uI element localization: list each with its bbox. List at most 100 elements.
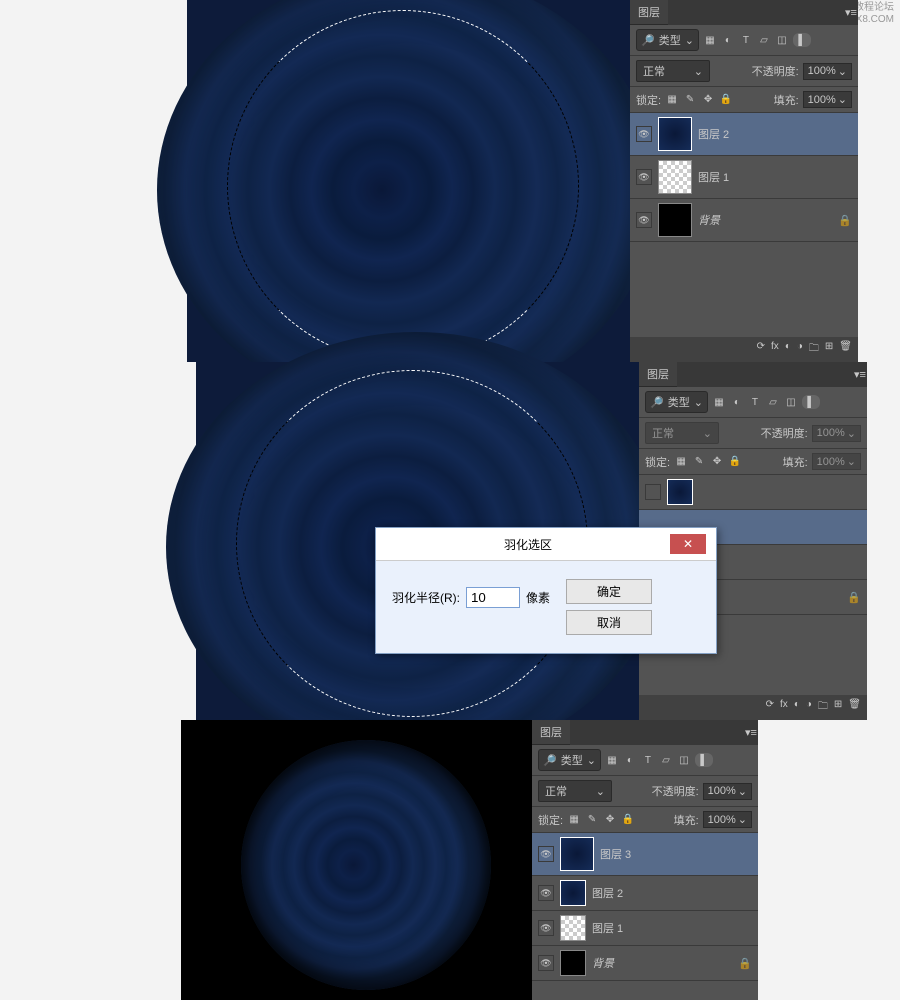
layer-thumb[interactable] [560, 837, 594, 871]
layer-row[interactable]: 👁 图层 2 [630, 113, 858, 156]
visibility-icon[interactable]: 👁 [636, 212, 652, 228]
dropdown-icon: ⌄ [685, 34, 694, 47]
opacity-input[interactable]: 100%⌄ [703, 783, 752, 800]
canvas-1 [187, 0, 630, 362]
selection-ring-1 [227, 10, 579, 362]
panel-menu-icon[interactable]: ▾≡ [853, 368, 867, 381]
filter-adjust-icon[interactable]: ◐ [730, 395, 744, 409]
layer-row[interactable]: 👁 图层 2 [532, 876, 758, 911]
fx-icon[interactable]: fx [771, 341, 779, 358]
fill-input[interactable]: 100%⌄ [803, 91, 852, 108]
layer-name: 图层 1 [592, 920, 623, 936]
panel-footer: ⟳ fx ◐ ◑ 🗀 ⊞ 🗑 [630, 337, 858, 362]
layer-row[interactable]: 👁 图层 3 [532, 833, 758, 876]
layers-panel-3: 图层▾≡ 🔎 类型 ⌄ ▦◐T▱◫▌ 正常⌄不透明度:100%⌄ 锁定:▦✎✥🔒… [532, 720, 758, 1000]
layer-name: 图层 2 [698, 126, 729, 142]
filter-type-select[interactable]: 🔎 类型 ⌄ [645, 391, 708, 413]
filter-smart-icon[interactable]: ◫ [784, 395, 798, 409]
unit-label: 像素 [526, 589, 550, 606]
fill-label: 填充: [774, 92, 799, 108]
adjust-icon[interactable]: ◑ [797, 341, 803, 358]
visibility-icon[interactable]: 👁 [636, 126, 652, 142]
new-icon[interactable]: ⊞ [825, 341, 833, 358]
layers-panel-1: 图层▾≡ 🔎 类型 ⌄ ▦ ◐ T ▱ ◫ ▌ 正常⌄ 不透明度: 100%⌄ … [630, 0, 858, 362]
panel-menu-icon[interactable]: ▾≡ [844, 6, 858, 19]
filter-text-icon[interactable]: T [739, 33, 753, 47]
filter-toggle-icon[interactable]: ▌ [802, 395, 820, 409]
layer-thumb[interactable] [658, 117, 692, 151]
blend-mode-select[interactable]: 正常⌄ [538, 780, 612, 802]
filter-adjust-icon[interactable]: ◐ [623, 753, 637, 767]
dropdown-icon: ⌄ [838, 93, 847, 106]
filter-type-select[interactable]: 🔎 类型 ⌄ [636, 29, 699, 51]
layer-thumb[interactable] [560, 880, 586, 906]
layer-row[interactable]: 👁 背景 🔒 [532, 946, 758, 981]
visibility-icon[interactable]: 👁 [538, 920, 554, 936]
layer-thumb [667, 479, 693, 505]
filter-shape-icon[interactable]: ▱ [766, 395, 780, 409]
ok-button[interactable]: 确定 [566, 579, 652, 604]
filter-smart-icon[interactable]: ◫ [677, 753, 691, 767]
opacity-label: 不透明度: [752, 63, 799, 79]
lock-label: 锁定: [636, 92, 661, 108]
lock-pixel-icon[interactable]: ✎ [683, 93, 697, 107]
panel-tab[interactable]: 图层 [639, 362, 677, 387]
layer-thumb[interactable] [658, 160, 692, 194]
blend-mode-select: 正常⌄ [645, 422, 719, 444]
panel-menu-icon[interactable]: ▾≡ [744, 726, 758, 739]
filter-smart-icon[interactable]: ◫ [775, 33, 789, 47]
mask-icon[interactable]: ◐ [785, 341, 791, 358]
cancel-button[interactable]: 取消 [566, 610, 652, 635]
visibility-icon[interactable]: 👁 [636, 169, 652, 185]
filter-adjust-icon[interactable]: ◐ [721, 33, 735, 47]
panel-footer: ⟳fx◐◑🗀⊞🗑 [639, 695, 867, 720]
layer-name: 图层 2 [592, 885, 623, 901]
close-icon[interactable]: ✕ [670, 534, 706, 554]
filter-toggle-icon[interactable]: ▌ [695, 753, 713, 767]
link-icon[interactable]: ⟳ [757, 341, 765, 358]
opacity-input[interactable]: 100%⌄ [803, 63, 852, 80]
lock-icon: 🔒 [838, 214, 852, 227]
dialog-title: 羽化选区 [386, 536, 670, 553]
group-icon[interactable]: 🗀 [809, 341, 819, 358]
layer-name: 图层 1 [698, 169, 729, 185]
filter-shape-icon[interactable]: ▱ [757, 33, 771, 47]
visibility-icon[interactable]: 👁 [538, 885, 554, 901]
filter-type-select[interactable]: 🔎 类型 ⌄ [538, 749, 601, 771]
trash-icon[interactable]: 🗑 [839, 341, 852, 358]
panel-tab[interactable]: 图层 [630, 0, 668, 25]
filter-image-icon[interactable]: ▦ [605, 753, 619, 767]
blend-mode-select[interactable]: 正常⌄ [636, 60, 710, 82]
layer-thumb[interactable] [560, 915, 586, 941]
layer-thumb[interactable] [560, 950, 586, 976]
visibility-icon[interactable]: 👁 [538, 846, 554, 862]
layer-row[interactable]: 👁 图层 1 [532, 911, 758, 946]
layer-thumb[interactable] [658, 203, 692, 237]
dropdown-icon: ⌄ [838, 65, 847, 78]
lock-icon: 🔒 [847, 591, 861, 604]
radius-input[interactable] [466, 587, 520, 608]
panel-tab[interactable]: 图层 [532, 720, 570, 745]
filter-toggle-icon[interactable]: ▌ [793, 33, 811, 47]
layer-row[interactable]: 👁 图层 1 [630, 156, 858, 199]
filter-image-icon[interactable]: ▦ [712, 395, 726, 409]
visibility-icon[interactable]: 👁 [538, 955, 554, 971]
lock-trans-icon[interactable]: ▦ [665, 93, 679, 107]
opacity-input: 100%⌄ [812, 425, 861, 442]
layer-name: 背景 [698, 212, 720, 228]
filter-text-icon[interactable]: T [748, 395, 762, 409]
lock-icon: 🔒 [738, 957, 752, 970]
filter-shape-icon[interactable]: ▱ [659, 753, 673, 767]
feather-dialog: 羽化选区✕ 羽化半径(R): 像素 确定 取消 [375, 527, 717, 654]
filter-image-icon[interactable]: ▦ [703, 33, 717, 47]
lock-pos-icon[interactable]: ✥ [701, 93, 715, 107]
dropdown-icon: ⌄ [694, 65, 703, 78]
layer-name: 背景 [592, 955, 614, 971]
layer-row[interactable]: 👁 背景 🔒 [630, 199, 858, 242]
lock-all-icon[interactable]: 🔒 [719, 93, 733, 107]
fill-input[interactable]: 100%⌄ [703, 811, 752, 828]
canvas-3 [181, 720, 532, 1000]
fill-input: 100%⌄ [812, 453, 861, 470]
filter-text-icon[interactable]: T [641, 753, 655, 767]
layer-name: 图层 3 [600, 846, 631, 862]
